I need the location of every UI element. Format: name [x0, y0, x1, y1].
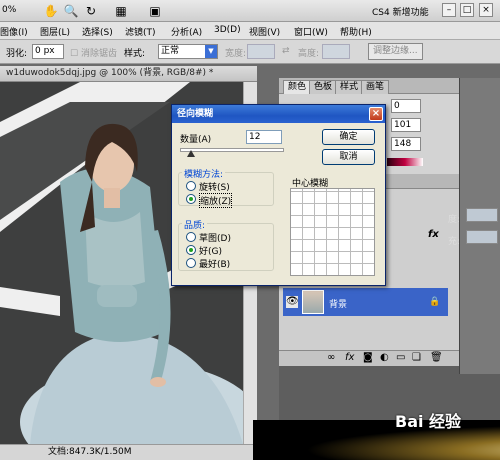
blur-method-label: 模糊方法: — [182, 167, 226, 180]
fx-label: fx — [428, 229, 439, 240]
background-image — [253, 420, 500, 460]
close-icon[interactable]: × — [369, 107, 383, 121]
opacity-label: 度: — [448, 215, 461, 225]
screen-mode-icon[interactable]: ▣ — [146, 3, 164, 19]
spin-label: 旋转(S) — [199, 183, 230, 193]
maximize-button[interactable]: □ — [460, 3, 474, 17]
radio-zoom[interactable] — [186, 194, 196, 204]
zoom-tool-icon[interactable]: 🔍 — [62, 3, 80, 19]
watermark-logo: Bai 经验 — [395, 412, 462, 431]
height-input — [322, 44, 350, 59]
new-layer-icon[interactable]: ❏ — [412, 352, 421, 363]
menu-filter[interactable]: 滤镜(T) — [125, 25, 156, 38]
close-app-button[interactable]: × — [479, 3, 493, 17]
color-panel-tabs: 颜色 色板 样式 画笔 — [279, 78, 459, 94]
layer-row[interactable]: 👁 背景 🔒 — [283, 288, 448, 316]
link-icon[interactable]: ∞ — [327, 352, 335, 363]
swap-icon: ⇄ — [282, 46, 290, 56]
menu-image[interactable]: 图像(I) — [0, 25, 28, 38]
collapsed-panel-strip: 度: 充: — [448, 78, 500, 374]
hand-tool-icon[interactable]: ✋ — [42, 3, 60, 19]
workspace-switcher[interactable]: CS4 新增功能 — [372, 5, 429, 18]
opacity-field[interactable] — [466, 208, 498, 222]
antialias-checkbox[interactable]: ☐ 消除锯齿 — [70, 46, 117, 59]
fill-field[interactable] — [466, 230, 498, 244]
style-value: 正常 — [161, 46, 180, 56]
color-r-value[interactable]: 0 — [391, 99, 421, 113]
radio-spin[interactable] — [186, 181, 196, 191]
amount-label: 数量(A) — [180, 135, 212, 145]
color-ramp[interactable] — [387, 158, 423, 166]
menu-select[interactable]: 选择(S) — [82, 25, 113, 38]
color-b-value[interactable]: 148 — [391, 137, 421, 151]
fill-label: 充: — [448, 237, 461, 247]
mask-icon[interactable]: ◙ — [363, 352, 373, 363]
ok-button[interactable]: 确定 — [322, 129, 375, 145]
zoom-level[interactable]: 0% — [2, 5, 16, 15]
quality-label: 品质: — [182, 218, 208, 231]
feather-input[interactable]: 0 px — [32, 44, 64, 59]
amount-input[interactable]: 12 — [246, 130, 282, 144]
feather-label: 羽化: — [6, 49, 28, 59]
rotate-view-icon[interactable]: ↻ — [82, 3, 100, 19]
tab-color[interactable]: 颜色 — [283, 80, 312, 94]
antialias-label: 消除锯齿 — [80, 49, 117, 59]
cancel-button[interactable]: 取消 — [322, 149, 375, 165]
refine-edge-button: 调整边缘... — [368, 43, 423, 60]
radio-best[interactable] — [186, 258, 196, 268]
dialog-title[interactable]: 径向模糊 — [172, 105, 385, 123]
draft-label: 草图(D) — [199, 234, 231, 244]
minimize-button[interactable]: – — [442, 3, 456, 17]
layers-footer: ∞ fx ◙ ◐ ▭ ❏ 🗑 — [279, 350, 459, 366]
trash-icon[interactable]: 🗑 — [430, 352, 443, 363]
menu-layer[interactable]: 图层(L) — [40, 25, 70, 38]
adjustment-icon[interactable]: ◐ — [380, 352, 389, 363]
options-bar: 羽化: 0 px ☐ 消除锯齿 样式: 正常 ▼ 宽度: ⇄ 高度: 调整边缘..… — [0, 40, 500, 64]
lock-icon: 🔒 — [429, 297, 441, 307]
layer-name: 背景 — [329, 300, 348, 310]
tab-swatches[interactable]: 色板 — [309, 80, 338, 94]
radio-draft[interactable] — [186, 232, 196, 242]
menu-help[interactable]: 帮助(H) — [340, 25, 372, 38]
blur-center-preview[interactable] — [290, 188, 375, 276]
application-bar: 0% ✋ 🔍 ↻ ▦ ▣ CS4 新增功能 – □ × — [0, 0, 500, 22]
width-label: 宽度: — [225, 49, 247, 59]
grid-icon[interactable]: ▦ — [112, 3, 130, 19]
amount-slider[interactable] — [180, 148, 284, 152]
good-label: 好(G) — [199, 247, 222, 257]
color-g-value[interactable]: 101 — [391, 118, 421, 132]
radio-good[interactable] — [186, 245, 196, 255]
menu-view[interactable]: 视图(V) — [249, 25, 280, 38]
style-select[interactable]: 正常 ▼ — [158, 44, 218, 59]
document-tab[interactable]: w1duwodok5dqj.jpg @ 100% (背景, RGB/8#) * — [0, 66, 257, 82]
height-label: 高度: — [298, 49, 320, 59]
slider-thumb[interactable] — [187, 150, 195, 157]
fx-icon[interactable]: fx — [345, 352, 354, 363]
menu-bar: 图像(I) 图层(L) 选择(S) 滤镜(T) 分析(A) 3D(D) 视图(V… — [0, 22, 500, 40]
folder-icon[interactable]: ▭ — [396, 352, 405, 363]
layer-thumbnail — [302, 290, 324, 314]
chevron-down-icon: ▼ — [205, 45, 217, 58]
style-label: 样式: — [124, 49, 146, 59]
zoom-label: 缩放(Z) — [199, 193, 233, 208]
best-label: 最好(B) — [199, 260, 231, 270]
menu-analysis[interactable]: 分析(A) — [171, 25, 202, 38]
width-input — [247, 44, 275, 59]
document-status: 文档:847.3K/1.50M — [0, 444, 257, 460]
eye-icon[interactable]: 👁 — [286, 296, 299, 308]
tab-styles[interactable]: 样式 — [335, 80, 364, 94]
menu-3d[interactable]: 3D(D) — [214, 25, 241, 35]
menu-window[interactable]: 窗口(W) — [294, 25, 328, 38]
tab-brushes[interactable]: 画笔 — [361, 80, 390, 94]
